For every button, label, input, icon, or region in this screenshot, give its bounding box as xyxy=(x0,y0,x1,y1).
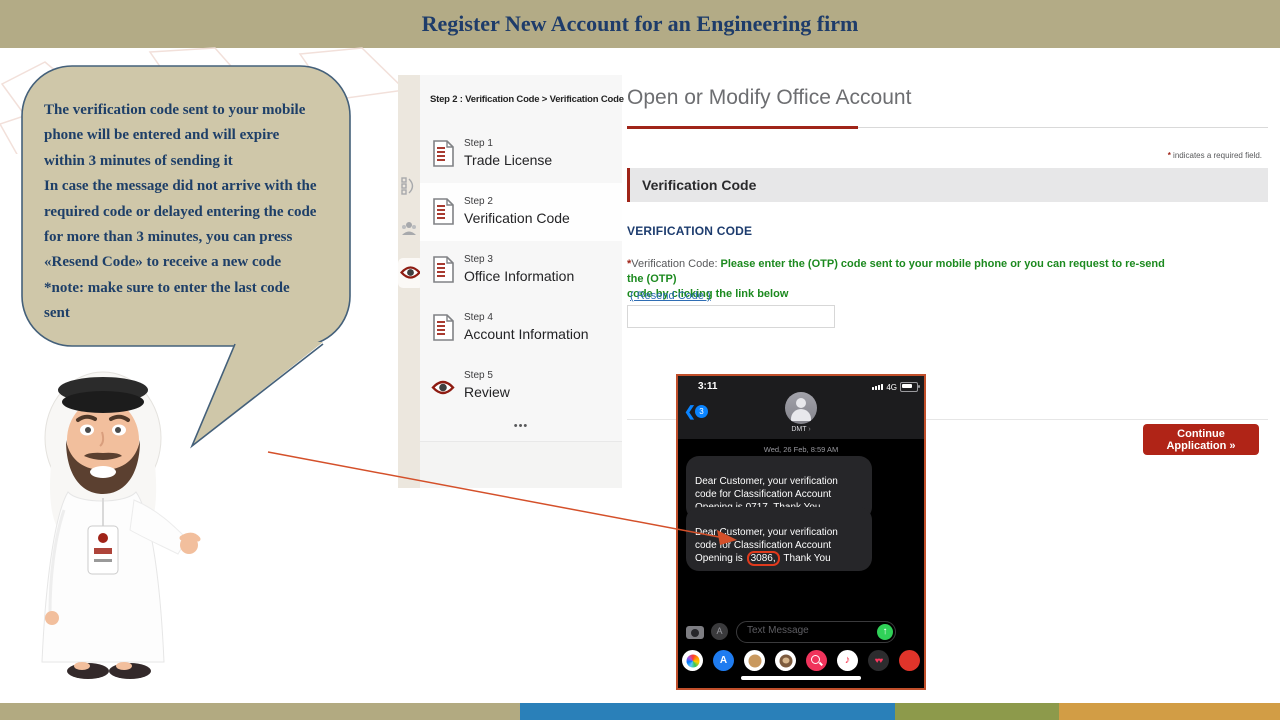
section-header-verification-code: Verification Code xyxy=(627,168,1268,202)
app-drawer-icon[interactable]: A xyxy=(711,623,728,640)
step-number: Step 3 xyxy=(464,254,493,265)
step-label: Review xyxy=(464,384,510,400)
contact-name-text: DMT xyxy=(791,426,807,433)
sidebar-step-verification-code[interactable]: Step 2 Verification Code xyxy=(420,183,622,242)
step-label: Verification Code xyxy=(464,210,570,226)
text-message-input[interactable] xyxy=(745,624,869,637)
contact-chevron-icon: › xyxy=(808,426,811,433)
contact-avatar[interactable] xyxy=(785,392,817,424)
step-number: Step 5 xyxy=(464,370,493,381)
sidebar-step-office-information[interactable]: Step 3 Office Information xyxy=(420,241,622,300)
step-number: Step 1 xyxy=(464,138,493,149)
clipped-app-icon[interactable] xyxy=(899,650,920,671)
contact-name[interactable]: DMT › xyxy=(678,426,924,433)
memoji-app-icon[interactable] xyxy=(744,650,765,671)
search-app-icon[interactable] xyxy=(806,650,827,671)
phone-screenshot: 3:11 4G ❮ 3 DMT › Wed, 26 Feb, 8:59 AM D… xyxy=(676,374,926,690)
back-chevron-icon[interactable]: ❮ xyxy=(684,403,696,420)
music-app-icon[interactable]: ♪ xyxy=(837,650,858,671)
network-type: 4G xyxy=(886,382,897,392)
camera-icon[interactable] xyxy=(686,626,704,639)
send-button[interactable]: ↑ xyxy=(877,624,893,640)
hearts-app-icon[interactable]: ♥♥ xyxy=(868,650,889,671)
process-steps-icon[interactable] xyxy=(401,177,417,195)
step-number: Step 4 xyxy=(464,312,493,323)
signal-bars-icon xyxy=(872,384,884,390)
resend-code-link[interactable]: ( Resend Code ) xyxy=(630,290,711,302)
otp-code-3086-highlighted[interactable]: 3086, xyxy=(746,551,780,566)
title-underline-accent xyxy=(627,126,858,129)
document-icon xyxy=(433,198,454,225)
header-banner: Register New Account for an Engineering … xyxy=(0,0,1280,48)
sidebar-step-review[interactable]: Step 5 Review xyxy=(420,357,622,416)
continue-application-button[interactable]: Continue Application » xyxy=(1143,424,1259,455)
required-asterisk: * xyxy=(1167,151,1171,160)
verification-code-input[interactable] xyxy=(627,305,835,328)
title-underline xyxy=(858,127,1268,128)
breadcrumb: Step 2 : Verification Code > Verificatio… xyxy=(430,94,624,105)
section-title: Verification Code xyxy=(642,177,757,193)
document-icon xyxy=(433,256,454,283)
phone-status-icons: 4G xyxy=(872,382,920,392)
battery-icon xyxy=(900,382,920,392)
speech-bubble-text: The verification code sent to your mobil… xyxy=(44,102,317,322)
footer-bar-segment-olive xyxy=(895,703,1059,720)
page-title: Register New Account for an Engineering … xyxy=(421,11,859,36)
phone-clock: 3:11 xyxy=(698,381,718,392)
message-date-stamp: Wed, 26 Feb, 8:59 AM xyxy=(763,445,839,454)
sidebar-step-account-information[interactable]: Step 4 Account Information xyxy=(420,299,622,358)
footer-bar-segment-blue xyxy=(520,703,895,720)
home-indicator xyxy=(741,676,861,680)
footer-bar-segment-orange xyxy=(1059,703,1280,720)
presenter-character-illustration xyxy=(41,371,201,679)
document-icon xyxy=(433,140,454,167)
slide: Register New Account for an Engineering … xyxy=(0,0,1280,720)
sidebar-more-steps[interactable]: ••• xyxy=(420,415,622,442)
field-label: Verification Code: xyxy=(631,258,718,270)
step-label: Office Information xyxy=(464,268,575,284)
field-group-label: VERIFICATION CODE xyxy=(627,224,753,238)
form-title: Open or Modify Office Account xyxy=(627,86,912,109)
text-message-field xyxy=(736,621,896,643)
step-label: Trade License xyxy=(464,152,553,168)
sidebar-filler xyxy=(420,442,622,488)
unread-count-badge: 3 xyxy=(695,405,708,418)
sidebar-step-trade-license[interactable]: Step 1 Trade License xyxy=(420,125,622,184)
step-label: Account Information xyxy=(464,326,589,342)
document-icon xyxy=(433,314,454,341)
avatar-head-silhouette xyxy=(796,398,806,408)
required-note-text: indicates a required field. xyxy=(1173,151,1262,160)
people-icon[interactable] xyxy=(401,221,417,236)
review-eye-icon xyxy=(431,380,455,395)
wizard-breadcrumb-bar: Step 2 : Verification Code > Verificatio… xyxy=(420,75,624,126)
footer-bar-segment-tan xyxy=(0,703,520,720)
message-text: Thank You xyxy=(780,553,831,564)
photos-app-icon[interactable] xyxy=(682,650,703,671)
sms-message-2: Dear Customer, your verification code fo… xyxy=(686,507,872,571)
review-eye-icon[interactable] xyxy=(400,265,421,280)
avatar-body-silhouette xyxy=(791,409,811,421)
required-field-note: * indicates a required field. xyxy=(1168,151,1262,160)
animoji-monkey-icon[interactable] xyxy=(775,650,796,671)
app-store-icon[interactable]: A xyxy=(713,650,734,671)
step-number: Step 2 xyxy=(464,196,493,207)
